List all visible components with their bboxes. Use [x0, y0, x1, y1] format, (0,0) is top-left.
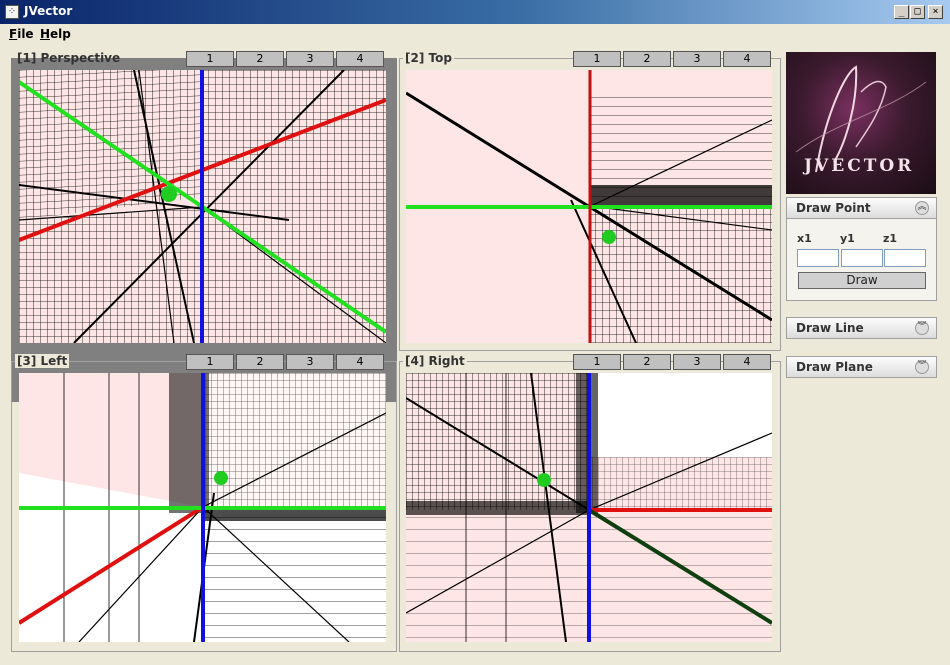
window-title: JVector — [24, 4, 73, 18]
tab-view-1[interactable]: 1 — [186, 354, 234, 370]
panel-title: Draw Line — [796, 321, 864, 335]
close-button[interactable]: × — [928, 5, 943, 19]
viewport-title: [2] Top — [403, 51, 454, 65]
y1-label: y1 — [840, 232, 855, 245]
viewport-left: [3] Left 1 2 3 4 — [11, 354, 397, 652]
panel-title: Draw Plane — [796, 360, 873, 374]
panel-title: Draw Point — [796, 201, 871, 215]
draw-point-panel: x1 y1 z1 Draw — [786, 219, 937, 301]
z1-label: z1 — [883, 232, 898, 245]
jvector-logo: JVECTOR — [786, 52, 936, 194]
top-scene — [406, 70, 772, 343]
viewport-title: [1] Perspective — [17, 51, 121, 65]
draw-line-header[interactable]: Draw Line ︾ — [786, 317, 937, 339]
logo-text: JVECTOR — [804, 156, 915, 176]
menu-help[interactable]: Help — [40, 27, 71, 41]
viewport-canvas[interactable] — [19, 70, 386, 343]
tab-view-2[interactable]: 2 — [236, 354, 284, 370]
menu-bar: File Help — [0, 24, 950, 45]
point-marker[interactable] — [161, 186, 177, 202]
chevron-down-icon[interactable]: ︾ — [915, 360, 929, 374]
tab-view-4[interactable]: 4 — [336, 51, 384, 67]
draw-plane-header[interactable]: Draw Plane ︾ — [786, 356, 937, 378]
y1-input[interactable] — [841, 249, 883, 267]
viewport-canvas[interactable] — [19, 373, 386, 642]
title-bar[interactable]: ⁘ JVector _ □ × — [0, 0, 950, 24]
left-scene — [19, 373, 386, 642]
perspective-scene — [19, 70, 386, 343]
point-marker[interactable] — [214, 471, 228, 485]
point-marker[interactable] — [537, 473, 551, 487]
viewport-tabs: 1 2 3 4 — [186, 51, 384, 67]
menu-file[interactable]: File — [9, 27, 34, 41]
x1-label: x1 — [797, 232, 812, 245]
minimize-button[interactable]: _ — [894, 5, 909, 19]
viewport-top: [2] Top 1 2 3 4 — [399, 51, 781, 351]
chevron-up-icon[interactable]: ︽ — [915, 201, 929, 215]
draw-point-header[interactable]: Draw Point ︽ — [786, 197, 937, 219]
x1-input[interactable] — [797, 249, 839, 267]
viewport-tabs: 1 2 3 4 — [186, 354, 384, 370]
app-grid-icon[interactable]: ⁘ — [5, 5, 19, 19]
viewport-right: [4] Right 1 2 3 4 — [399, 354, 781, 652]
tab-view-1[interactable]: 1 — [573, 51, 621, 67]
tab-view-3[interactable]: 3 — [286, 51, 334, 67]
z1-input[interactable] — [884, 249, 926, 267]
viewport-title: [3] Left — [15, 354, 70, 368]
application-window: ⁘ JVector _ □ × File Help [1] Perspectiv… — [0, 0, 950, 665]
right-scene — [406, 373, 772, 642]
point-marker[interactable] — [602, 230, 616, 244]
tab-view-3[interactable]: 3 — [673, 51, 721, 67]
tab-view-2[interactable]: 2 — [623, 354, 671, 370]
tab-view-3[interactable]: 3 — [286, 354, 334, 370]
viewport-title: [4] Right — [403, 354, 467, 368]
viewport-canvas[interactable] — [406, 373, 772, 642]
viewport-canvas[interactable] — [406, 70, 772, 343]
chevron-down-icon[interactable]: ︾ — [915, 321, 929, 335]
maximize-button[interactable]: □ — [910, 5, 925, 19]
viewport-tabs: 1 2 3 4 — [573, 51, 771, 67]
tab-view-2[interactable]: 2 — [236, 51, 284, 67]
draw-button[interactable]: Draw — [798, 272, 926, 289]
tab-view-4[interactable]: 4 — [336, 354, 384, 370]
tab-view-1[interactable]: 1 — [573, 354, 621, 370]
viewport-tabs: 1 2 3 4 — [573, 354, 771, 370]
tab-view-2[interactable]: 2 — [623, 51, 671, 67]
tab-view-4[interactable]: 4 — [723, 354, 771, 370]
tab-view-3[interactable]: 3 — [673, 354, 721, 370]
tab-view-1[interactable]: 1 — [186, 51, 234, 67]
viewport-perspective: [1] Perspective 1 2 3 4 — [11, 51, 397, 402]
tab-view-4[interactable]: 4 — [723, 51, 771, 67]
